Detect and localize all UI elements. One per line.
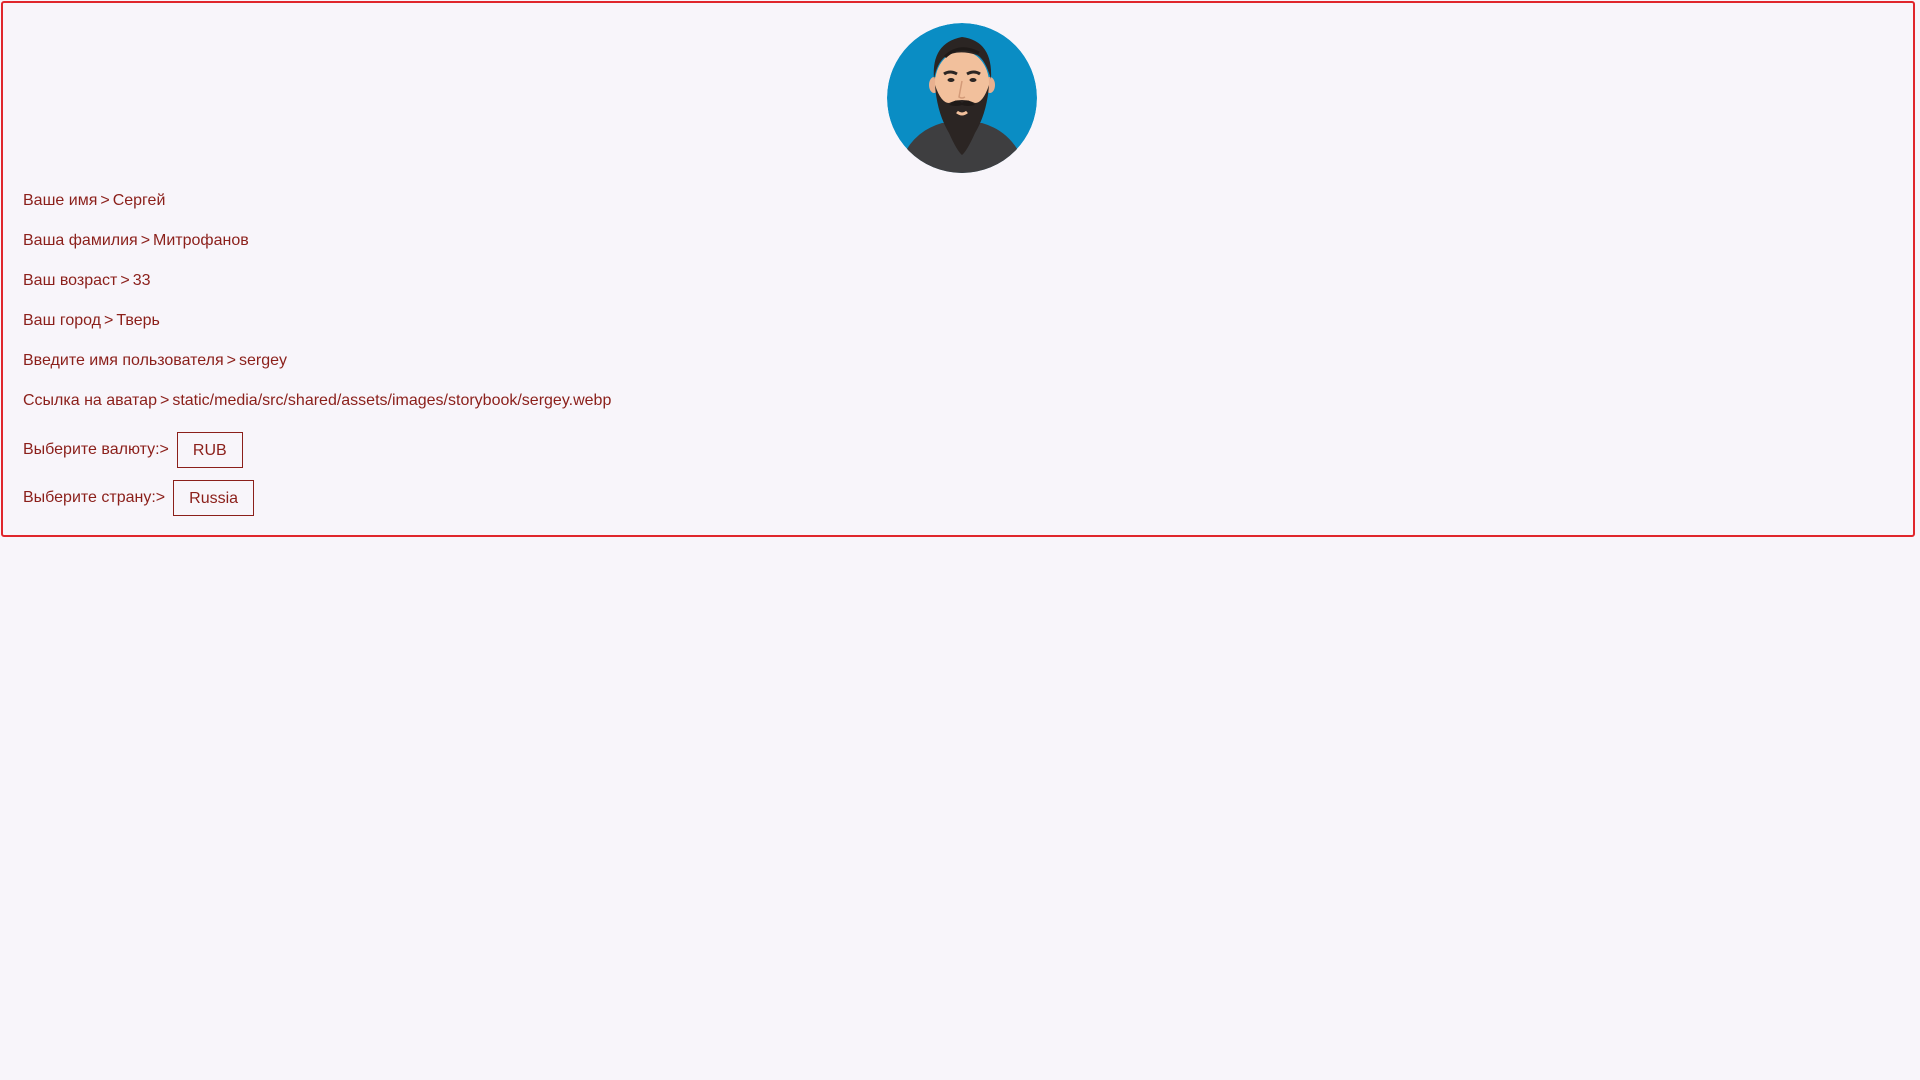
- field-value[interactable]: Сергей: [113, 192, 166, 209]
- field-separator: >: [100, 192, 110, 209]
- field-last-name: Ваша фамилия > Митрофанов: [23, 229, 611, 269]
- field-username: Введите имя пользователя > sergey: [23, 349, 611, 389]
- field-value[interactable]: sergey: [239, 352, 287, 369]
- currency-label: Выберите валюту:>: [23, 441, 169, 458]
- currency-select-row: Выберите валюту:> RUB: [23, 423, 611, 477]
- bearded-man-avatar-icon: [887, 23, 1037, 173]
- field-value[interactable]: Тверь: [116, 312, 160, 329]
- field-value[interactable]: Митрофанов: [153, 232, 249, 249]
- field-first-name: Ваше имя > Сергей: [23, 189, 611, 229]
- field-label: Ссылка на аватар: [23, 392, 157, 409]
- field-separator: >: [159, 392, 170, 409]
- field-separator: >: [140, 232, 151, 249]
- field-city: Ваш город > Тверь: [23, 309, 611, 349]
- profile-card: Ваше имя > Сергей Ваша фамилия > Митрофанов …: [1, 1, 1915, 537]
- field-label: Ваше имя: [23, 192, 98, 209]
- country-label: Выберите страну:>: [23, 489, 166, 506]
- field-label: Ваш возраст: [23, 272, 118, 289]
- country-select-button[interactable]: Russia: [173, 480, 255, 516]
- field-value[interactable]: 33: [133, 272, 151, 289]
- profile-fields: Ваше имя > Сергей Ваша фамилия > Митрофанов …: [23, 189, 611, 525]
- avatar: [887, 23, 1037, 173]
- field-separator: >: [120, 272, 130, 289]
- field-label: Введите имя пользователя: [23, 352, 224, 369]
- country-select-row: Выберите страну:> Russia: [23, 471, 611, 525]
- field-separator: >: [226, 352, 237, 369]
- field-separator: >: [104, 312, 114, 329]
- field-label: Ваша фамилия: [23, 232, 138, 249]
- field-value[interactable]: static/media/src/shared/assets/images/st…: [172, 392, 611, 409]
- currency-select-button[interactable]: RUB: [176, 432, 243, 468]
- field-age: Ваш возраст >33: [23, 269, 611, 309]
- field-label: Ваш город: [23, 312, 102, 329]
